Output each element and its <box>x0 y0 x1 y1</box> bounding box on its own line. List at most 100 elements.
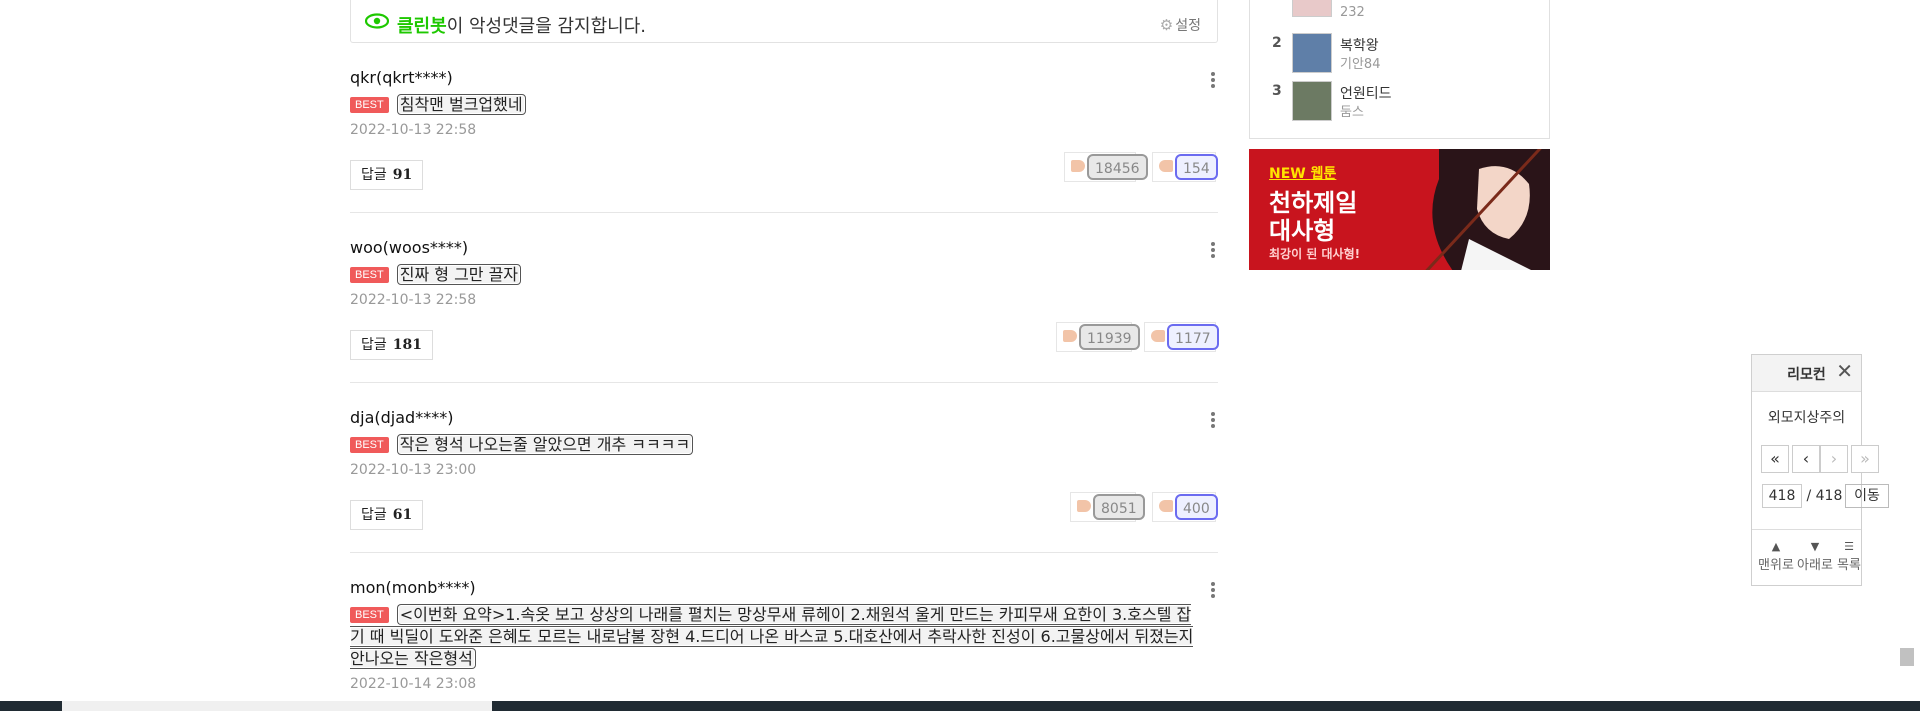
thumbs-up-icon <box>1077 500 1091 512</box>
comment-username[interactable]: dja(djad****) <box>350 408 453 427</box>
like-button[interactable]: 18456 <box>1064 152 1148 182</box>
reply-label: 답글 <box>361 167 387 183</box>
scrollbar-thumb[interactable] <box>1900 648 1914 666</box>
more-options-icon[interactable] <box>1210 410 1216 430</box>
rank-title: 언원티드 <box>1340 86 1392 102</box>
rank-thumbnail[interactable] <box>1292 0 1332 17</box>
ad-banner[interactable]: NEW 웹툰 천하제일 대사형 최강이 된 대사형! <box>1249 149 1550 270</box>
dislike-button[interactable]: 154 <box>1152 152 1218 182</box>
thumbs-down-icon <box>1151 330 1165 342</box>
dislike-button[interactable]: 400 <box>1152 492 1218 522</box>
like-count: 18456 <box>1087 154 1148 180</box>
list-button[interactable]: ☰ 목록 <box>1834 540 1864 573</box>
comment-date: 2022-10-13 22:58 <box>350 292 477 308</box>
more-options-icon[interactable] <box>1210 240 1216 260</box>
dislike-count: 400 <box>1175 494 1218 520</box>
list-icon: ☰ <box>1844 540 1854 553</box>
down-label: 아래로 <box>1797 558 1833 573</box>
reply-count: 181 <box>392 337 422 353</box>
reply-button[interactable]: 답글 61 <box>350 500 424 530</box>
comment-item: qkr(qkrt****) BEST 침착맨 벌크업했네 2022-10-13 2… <box>350 68 1218 198</box>
ad-subtitle: 최강이 된 대사형! <box>1269 247 1361 261</box>
rank-author: 둠스 <box>1340 105 1364 120</box>
rank-number: 2 <box>1272 35 1282 51</box>
like-button[interactable]: 11939 <box>1056 322 1140 352</box>
comment-body: BEST 침착맨 벌크업했네 <box>350 94 1200 116</box>
divider <box>350 382 1218 383</box>
divider <box>350 212 1218 213</box>
rank-thumbnail <box>1292 81 1332 121</box>
ad-title-line1: 천하제일 <box>1269 189 1358 217</box>
reply-button[interactable]: 답글 91 <box>350 160 424 190</box>
divider <box>350 552 1218 553</box>
dislike-button[interactable]: 1177 <box>1144 322 1219 352</box>
ad-illustration <box>1425 149 1550 270</box>
comment-body: BEST 진짜 형 그만 끌자 <box>350 264 1200 286</box>
rank-author: 232 <box>1340 5 1365 20</box>
go-button[interactable]: 이동 <box>1845 484 1889 508</box>
settings-label: 설정 <box>1175 18 1201 34</box>
ad-title-line2: 대사형 <box>1269 217 1336 245</box>
thumbs-up-icon <box>1071 160 1085 172</box>
comment-username[interactable]: mon(monb****) <box>350 578 476 597</box>
dislike-count: 1177 <box>1167 324 1219 350</box>
dislike-count: 154 <box>1175 154 1218 180</box>
cleanbot-settings-button[interactable]: ⚙ 설정 <box>1160 15 1201 35</box>
rank-title: 복학왕 <box>1340 38 1379 54</box>
more-options-icon[interactable] <box>1210 580 1216 600</box>
comment-item: woo(woos****) BEST 진짜 형 그만 끌자 2022-10-13 … <box>350 238 1219 368</box>
comment-username[interactable]: qkr(qkrt****) <box>350 68 453 87</box>
cleanbot-notice: 클린봇이 악성댓글을 감지합니다. ⚙ 설정 <box>350 0 1218 43</box>
arrow-down-icon: ▼ <box>1810 540 1820 553</box>
close-icon[interactable]: ✕ <box>1836 361 1853 381</box>
reply-label: 답글 <box>361 337 387 353</box>
taskbar-search-box[interactable] <box>62 701 492 711</box>
reply-count: 61 <box>392 507 413 523</box>
more-options-icon[interactable] <box>1210 70 1216 90</box>
thumbs-down-icon <box>1159 500 1173 512</box>
total-pages: 418 <box>1815 488 1843 504</box>
page-input[interactable]: 418 <box>1762 484 1802 508</box>
first-episode-button[interactable]: « <box>1761 445 1789 473</box>
scroll-top-button[interactable]: ▲ 맨위로 <box>1758 540 1794 573</box>
rank-author: 기안84 <box>1340 57 1381 72</box>
next-episode-button[interactable]: › <box>1820 445 1848 473</box>
rank-number: 3 <box>1272 83 1282 99</box>
scroll-down-button[interactable]: ▼ 아래로 <box>1797 540 1833 573</box>
ad-title: 천하제일 대사형 <box>1269 189 1357 245</box>
best-badge: BEST <box>350 607 389 623</box>
cleanbot-message: 클린봇이 악성댓글을 감지합니다. <box>397 12 646 38</box>
prev-episode-button[interactable]: ‹ <box>1792 445 1820 473</box>
best-badge: BEST <box>350 267 389 283</box>
cleanbot-text: 이 악성댓글을 감지합니다. <box>446 16 647 37</box>
comment-username[interactable]: woo(woos****) <box>350 238 468 257</box>
rank-thumbnail <box>1292 33 1332 73</box>
arrow-up-icon: ▲ <box>1771 540 1781 553</box>
page-separator: / <box>1806 488 1812 504</box>
remote-header: 리모컨 ✕ <box>1752 355 1861 392</box>
ad-tag: NEW 웹툰 <box>1269 166 1337 182</box>
comment-text: 작은 형석 나오는줄 알았으면 개추 ㅋㅋㅋㅋ <box>396 434 694 455</box>
remote-footer: ▲ 맨위로 ▼ 아래로 ☰ 목록 <box>1752 529 1861 588</box>
gear-icon: ⚙ <box>1159 16 1174 34</box>
ranking-widget: 232 2 복학왕 기안84 3 언원티드 둠스 <box>1249 0 1550 139</box>
top-label: 맨위로 <box>1758 558 1794 573</box>
comment-item: dja(djad****) BEST 작은 형석 나오는줄 알았으면 개추 ㅋㅋㅋ… <box>350 408 1218 538</box>
cleanbot-brand: 클린봇 <box>397 16 447 37</box>
best-badge: BEST <box>350 437 389 453</box>
comment-text: 침착맨 벌크업했네 <box>396 94 526 115</box>
page-indicator: 418 / 418 <box>1762 484 1842 508</box>
comment-text: 진짜 형 그만 끌자 <box>396 264 522 285</box>
best-badge: BEST <box>350 97 389 113</box>
comment-date: 2022-10-13 22:58 <box>350 122 477 138</box>
comment-body: BEST <이번화 요약>1.속옷 보고 상상의 나래를 펼치는 망상무새 류헤이… <box>350 604 1200 670</box>
last-episode-button[interactable]: » <box>1851 445 1879 473</box>
work-title[interactable]: 외모지상주의 <box>1752 407 1861 427</box>
thumbs-down-icon <box>1159 160 1173 172</box>
reply-button[interactable]: 답글 181 <box>350 330 433 360</box>
comment-date: 2022-10-14 23:08 <box>350 676 477 692</box>
comment-item: mon(monb****) BEST <이번화 요약>1.속옷 보고 상상의 나래… <box>350 578 1218 698</box>
like-button[interactable]: 8051 <box>1070 492 1145 522</box>
cleanbot-eye-icon <box>365 13 389 29</box>
os-taskbar <box>0 701 1920 711</box>
